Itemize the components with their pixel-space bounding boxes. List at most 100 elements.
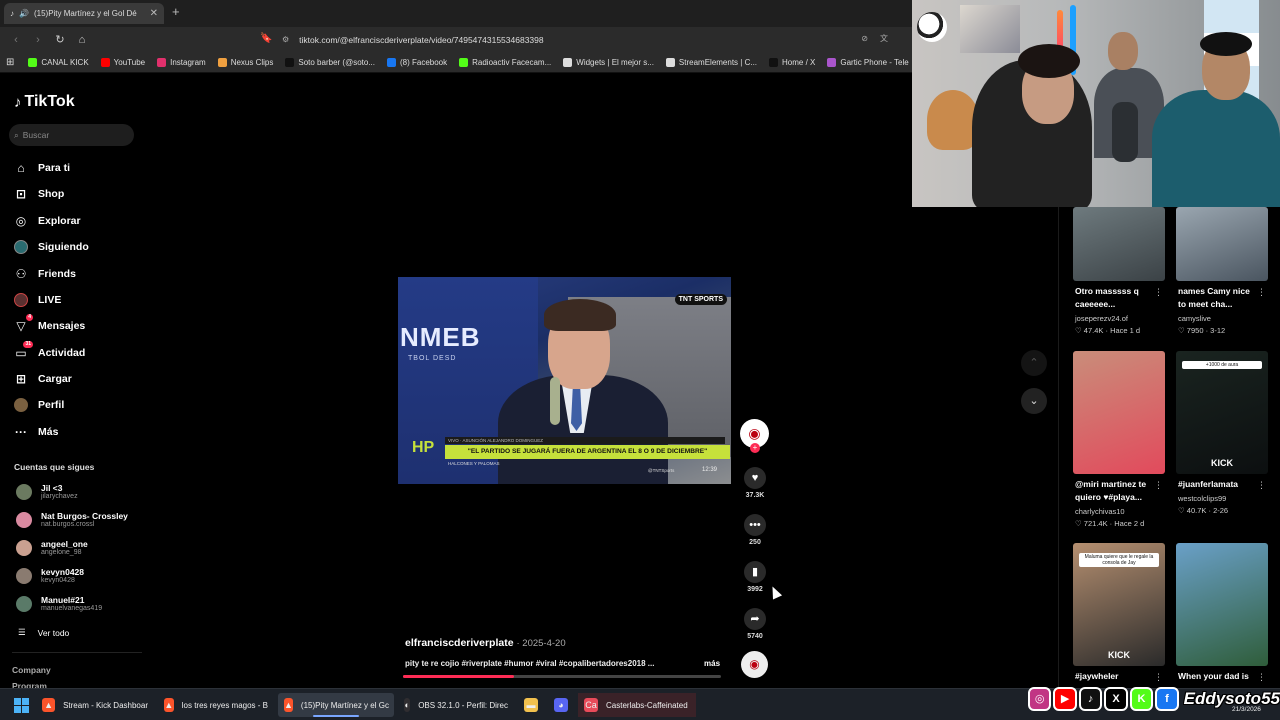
- see-all-link[interactable]: ☰ Ver todo: [18, 627, 69, 638]
- bookmark-item[interactable]: CANAL KICK: [28, 57, 89, 67]
- following-account[interactable]: angeel_one angelone_98: [16, 539, 88, 557]
- bookmark-item[interactable]: Nexus Clips: [217, 57, 273, 67]
- bookmark-item[interactable]: StreamElements | C...: [665, 57, 757, 67]
- video-author[interactable]: joseperezv24.of: [1073, 314, 1165, 323]
- like-button[interactable]: ♥ 37.3K: [740, 467, 770, 499]
- sidebar-item-explorar[interactable]: ◎ Explorar: [14, 212, 81, 230]
- video-title-line2[interactable]: quiero ♥#playa...: [1073, 492, 1165, 503]
- video-thumbnail[interactable]: +1000 de aura KICK: [1176, 351, 1268, 474]
- video-thumbnail[interactable]: [1073, 207, 1165, 281]
- sidebar-item-label: Siguiendo: [38, 241, 89, 253]
- caption-author[interactable]: elfranciscderiverplate · 2025-4-20: [405, 637, 566, 649]
- footer-company-link[interactable]: Company: [12, 665, 51, 675]
- taskbar-item[interactable]: ◕: [548, 693, 574, 717]
- video-author[interactable]: charlychivas10: [1073, 507, 1165, 516]
- following-account[interactable]: Jil <3 jilarychavez: [16, 483, 78, 501]
- following-avatar-icon: [14, 240, 28, 254]
- reload-icon[interactable]: ↻: [50, 33, 70, 46]
- follow-plus-icon[interactable]: +: [750, 443, 760, 453]
- following-account[interactable]: Manuel#21 manuelvanegas419: [16, 595, 102, 613]
- sidebar-item-más[interactable]: ··· Más: [14, 423, 58, 441]
- more-options-icon[interactable]: ⋮: [1257, 287, 1266, 298]
- following-account-text: Manuel#21 manuelvanegas419: [41, 595, 102, 613]
- taskbar-item[interactable]: Ca Casterlabs-Caffeinated: [578, 693, 696, 717]
- video-title[interactable]: Otro masssss q: [1073, 286, 1165, 297]
- site-info-icon[interactable]: ⚙: [282, 35, 289, 44]
- sidebar-item-para-ti[interactable]: ⌂ Para ti: [14, 159, 70, 177]
- recommended-video-card[interactable]: @miri martinez te quiero ♥#playa... charly…: [1073, 351, 1165, 528]
- search-input[interactable]: ⌕ Buscar: [9, 124, 134, 146]
- bookmark-item[interactable]: Instagram: [157, 57, 206, 67]
- home-icon[interactable]: ⌂: [72, 34, 92, 46]
- sidebar-item-perfil[interactable]: Perfil: [14, 396, 64, 414]
- share-button[interactable]: ➦ 5740: [740, 608, 770, 640]
- video-progress-bar[interactable]: [403, 675, 721, 678]
- browser-tab-active[interactable]: ♪ 🔊 (15)Pity Martínez y el Gol Dé ✕: [4, 3, 164, 24]
- taskbar-item[interactable]: ◐ OBS 32.1.0 - Perfil: Direc: [398, 693, 514, 717]
- author-name[interactable]: elfranciscderiverplate: [405, 637, 514, 649]
- taskbar-item[interactable]: ▬: [518, 693, 544, 717]
- bookmark-item[interactable]: Widgets | El mejor s...: [563, 57, 654, 67]
- music-disc-icon[interactable]: ◉: [741, 651, 768, 678]
- video-thumbnail[interactable]: Maluma quiere que le regale la consola d…: [1073, 543, 1165, 666]
- apps-grid-icon[interactable]: ⊞: [6, 57, 14, 68]
- video-title[interactable]: @miri martinez te: [1073, 479, 1165, 490]
- video-title[interactable]: When your dad is: [1176, 671, 1268, 682]
- tiktok-logo[interactable]: ♪ TikTok: [14, 93, 75, 111]
- more-options-icon[interactable]: ⋮: [1154, 480, 1163, 491]
- sidebar-item-actividad[interactable]: ▭ 31 Actividad: [14, 341, 85, 362]
- address-bar[interactable]: ⚙ tiktok.com/@elfranciscderiverplate/vid…: [282, 31, 902, 48]
- back-icon[interactable]: ‹: [6, 34, 26, 46]
- video-title[interactable]: #juanferlamata: [1176, 479, 1268, 490]
- bookmark-item[interactable]: Home / X: [769, 57, 815, 67]
- video-author[interactable]: westcolclips99: [1176, 494, 1268, 503]
- taskbar-item[interactable]: ▲ (15)Pity Martínez y el Gc: [278, 693, 394, 717]
- more-options-icon[interactable]: ⋮: [1154, 287, 1163, 298]
- video-title[interactable]: names Camy nice: [1176, 286, 1268, 297]
- video-title[interactable]: #jaywheler: [1073, 671, 1165, 682]
- recommended-video-card[interactable]: Otro masssss q caeeeee... joseperezv24.of ♡…: [1073, 207, 1165, 335]
- new-tab-button[interactable]: +: [172, 4, 180, 19]
- translate-icon[interactable]: ⊘文: [861, 33, 900, 44]
- bookmark-item[interactable]: Radioactiv Facecam...: [459, 57, 551, 67]
- following-account[interactable]: Nat Burgos- Crossley nat.burgos.crossl: [16, 511, 128, 529]
- recommended-video-card[interactable]: names Camy nice to meet cha... camyslive ♡ …: [1176, 207, 1268, 335]
- video-thumbnail[interactable]: [1176, 207, 1268, 281]
- video-thumbnail[interactable]: [1176, 543, 1268, 666]
- bookmark-item[interactable]: (8) Facebook: [386, 57, 447, 67]
- caption-more-link[interactable]: más: [704, 659, 720, 668]
- taskbar-item[interactable]: ▲ Stream - Kick Dashboar: [36, 693, 154, 717]
- sidebar-item-cargar[interactable]: ⊞ Cargar: [14, 370, 72, 388]
- video-title-line2[interactable]: to meet cha...: [1176, 299, 1268, 310]
- bookmark-item[interactable]: Soto barber (@soto...: [285, 57, 375, 67]
- recommended-video-card[interactable]: +1000 de aura KICK #juanferlamata westcolcl…: [1176, 351, 1268, 515]
- next-video-button[interactable]: ⌄: [1021, 388, 1047, 414]
- more-options-icon[interactable]: ⋮: [1257, 480, 1266, 491]
- previous-video-button[interactable]: ⌃: [1021, 350, 1047, 376]
- video-title-line2[interactable]: caeeeee...: [1073, 299, 1165, 310]
- bookmark-item[interactable]: YouTube: [100, 57, 145, 67]
- video-author[interactable]: camyslive: [1176, 314, 1268, 323]
- close-tab-icon[interactable]: ✕: [150, 8, 158, 19]
- bookmark-item[interactable]: Gartic Phone - Tele: [827, 57, 909, 67]
- more-options-icon[interactable]: ⋮: [1257, 672, 1266, 683]
- more-options-icon[interactable]: ⋮: [1154, 672, 1163, 683]
- bookmark-page-icon[interactable]: 🔖: [260, 33, 272, 44]
- forward-icon[interactable]: ›: [28, 34, 48, 46]
- sidebar-item-label: Más: [38, 426, 59, 438]
- save-button[interactable]: ▮ 3992: [740, 561, 770, 593]
- recommended-video-card[interactable]: When your dad is ⋮: [1176, 543, 1268, 682]
- sidebar-item-live[interactable]: LIVE: [14, 291, 61, 309]
- comment-button[interactable]: ••• 250: [740, 514, 770, 546]
- sidebar-item-friends[interactable]: ⚇ Friends: [14, 265, 76, 283]
- sidebar-item-shop[interactable]: ⊡ Shop: [14, 185, 64, 203]
- windows-start-icon[interactable]: [14, 698, 29, 713]
- sidebar-item-siguiendo[interactable]: Siguiendo: [14, 238, 89, 256]
- video-thumbnail[interactable]: [1073, 351, 1165, 474]
- sidebar-item-mensajes[interactable]: ▽ 4 Mensajes: [14, 314, 85, 335]
- taskbar-item[interactable]: ▲ los tres reyes magos - B: [158, 693, 274, 717]
- video-player[interactable]: NMEB TBOL DESD TNT SPORTS HP VIVO · ASUN…: [398, 277, 731, 484]
- recommended-video-card[interactable]: Maluma quiere que le regale la consola d…: [1073, 543, 1165, 682]
- audio-icon[interactable]: 🔊: [19, 9, 29, 18]
- following-account[interactable]: kevyn0428 kevyn0428: [16, 567, 84, 585]
